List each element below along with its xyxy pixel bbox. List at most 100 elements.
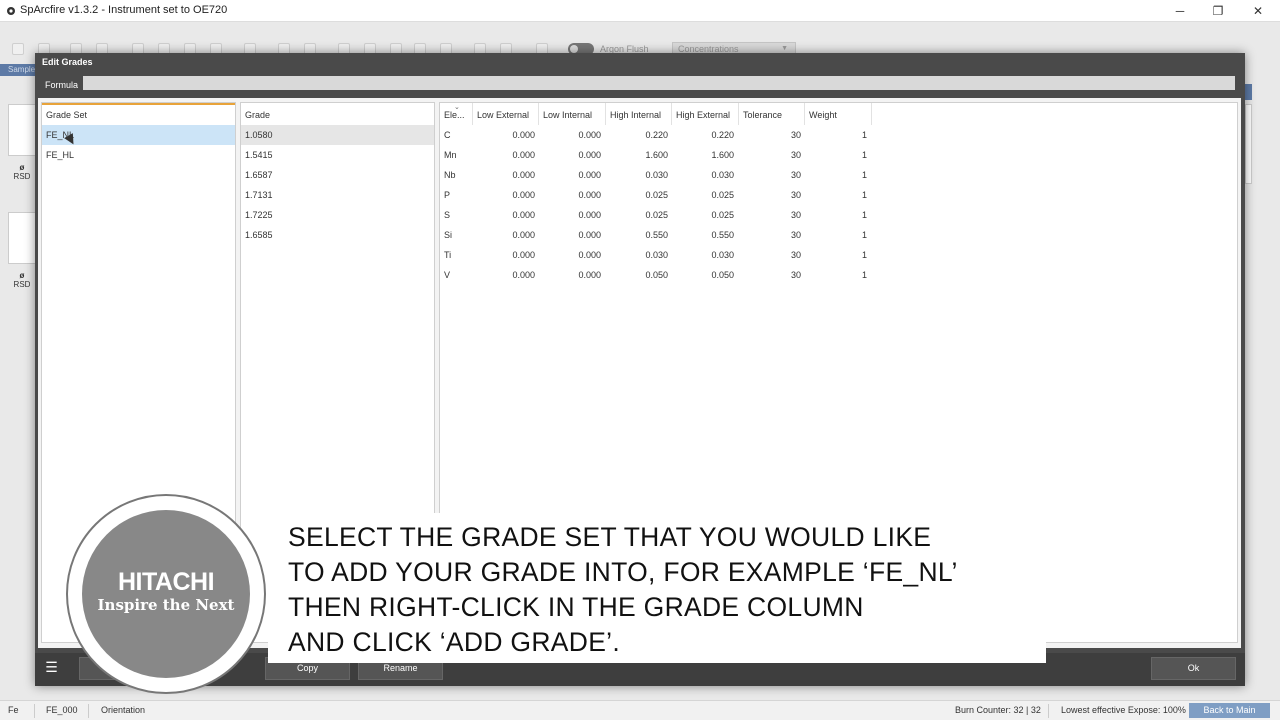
grade-set-header[interactable]: Grade Set (42, 103, 235, 125)
cell-low-internal: 0.000 (578, 250, 601, 260)
side-card-label: RSD (13, 172, 31, 181)
side-card: ø RSD (8, 160, 36, 188)
cell-tolerance: 30 (790, 270, 801, 280)
window-title: SpArcfire v1.3.2 - Instrument set to OE7… (20, 4, 228, 16)
column-header-high-external[interactable]: High External (672, 103, 739, 125)
table-row[interactable]: Mn 0.000 0.000 1.600 1.600 30 1 (440, 145, 1237, 165)
grade-item[interactable]: 1.6585 (241, 225, 434, 245)
background-card (1245, 104, 1252, 184)
caption-line: THEN RIGHT-CLICK IN THE GRADE COLUMN (288, 592, 864, 622)
caption-line: AND CLICK ‘ADD GRADE’. (288, 627, 621, 657)
cell-high-internal: 0.050 (645, 270, 668, 280)
cell-element: Mn (444, 150, 457, 160)
logo-disc: HITACHI Inspire the Next (82, 510, 250, 678)
cell-high-external: 0.030 (711, 170, 734, 180)
table-row[interactable]: S 0.000 0.000 0.025 0.025 30 1 (440, 205, 1237, 225)
status-expose: Lowest effective Expose: 100% (1061, 705, 1186, 715)
status-burn-counter: Burn Counter: 32 | 32 (955, 705, 1041, 715)
grade-set-item-label: FE_HL (46, 150, 75, 160)
minimize-icon[interactable]: ─ (1160, 0, 1200, 22)
cell-tolerance: 30 (790, 190, 801, 200)
hitachi-logo: HITACHI Inspire the Next (66, 494, 266, 694)
cell-low-internal: 0.000 (578, 210, 601, 220)
column-header-low-internal[interactable]: Low Internal (539, 103, 606, 125)
title-bar: SpArcfire v1.3.2 - Instrument set to OE7… (0, 0, 1280, 22)
cell-high-internal: 0.030 (645, 250, 668, 260)
cell-low-external: 0.000 (512, 270, 535, 280)
background-card (8, 104, 36, 156)
close-icon[interactable]: ✕ (1238, 0, 1278, 22)
grade-item[interactable]: 1.6587 (241, 165, 434, 185)
status-divider (88, 704, 89, 718)
cell-low-external: 0.000 (512, 250, 535, 260)
table-row[interactable]: Nb 0.000 0.000 0.030 0.030 30 1 (440, 165, 1237, 185)
cell-weight: 1 (861, 130, 867, 140)
cell-weight: 1 (861, 170, 867, 180)
cell-element: C (444, 130, 451, 140)
sample-tab[interactable]: Sample (0, 64, 36, 76)
cell-high-external: 0.030 (711, 250, 734, 260)
hamburger-menu-icon[interactable]: ☰ (39, 657, 64, 680)
cell-element: Nb (444, 170, 456, 180)
column-header-tolerance[interactable]: Tolerance (739, 103, 805, 125)
grade-header[interactable]: Grade (241, 103, 434, 125)
side-card: ø RSD (8, 268, 36, 296)
cell-high-internal: 0.025 (645, 190, 668, 200)
cell-weight: 1 (861, 150, 867, 160)
status-bar: Fe FE_000 Orientation Burn Counter: 32 |… (0, 700, 1280, 720)
cell-element: P (444, 190, 451, 200)
column-header-low-external[interactable]: Low External (473, 103, 539, 125)
cell-weight: 1 (861, 190, 867, 200)
table-row[interactable]: V 0.000 0.000 0.050 0.050 30 1 (440, 265, 1237, 285)
cell-element: Si (444, 230, 453, 240)
column-header-high-internal[interactable]: High Internal (606, 103, 672, 125)
status-grade: FE_000 (46, 705, 78, 715)
instruction-caption: SELECT THE GRADE SET THAT YOU WOULD LIKE… (288, 520, 1048, 660)
cell-low-internal: 0.000 (578, 230, 601, 240)
grade-item[interactable]: 1.7131 (241, 185, 434, 205)
app-icon (7, 7, 15, 15)
new-file-icon[interactable] (12, 43, 24, 55)
logo-tagline: Inspire the Next (97, 596, 235, 614)
grade-item[interactable]: 1.5415 (241, 145, 434, 165)
cell-tolerance: 30 (790, 150, 801, 160)
cell-tolerance: 30 (790, 250, 801, 260)
dialog-title: Edit Grades (42, 57, 93, 67)
back-to-main-button[interactable]: Back to Main (1189, 703, 1270, 718)
formula-input[interactable] (83, 76, 1235, 90)
cell-low-external: 0.000 (512, 190, 535, 200)
table-row[interactable]: C 0.000 0.000 0.220 0.220 30 1 (440, 125, 1237, 145)
status-element: Fe (8, 705, 19, 715)
cell-element: V (444, 270, 451, 280)
cell-weight: 1 (861, 230, 867, 240)
cell-high-external: 0.220 (711, 130, 734, 140)
cell-high-internal: 0.220 (645, 130, 668, 140)
logo-brand: HITACHI (117, 568, 215, 596)
table-row[interactable]: Si 0.000 0.000 0.550 0.550 30 1 (440, 225, 1237, 245)
cell-tolerance: 30 (790, 130, 801, 140)
side-card-symbol: ø (19, 163, 25, 172)
cell-high-internal: 0.025 (645, 210, 668, 220)
grade-set-item[interactable]: FE_NL (42, 125, 235, 147)
grade-item[interactable]: 1.7225 (241, 205, 434, 225)
table-row[interactable]: Ti 0.000 0.000 0.030 0.030 30 1 (440, 245, 1237, 265)
side-card-symbol: ø (19, 271, 25, 280)
grade-item[interactable]: 1.0580 (241, 125, 434, 145)
column-header-element[interactable]: Ele... ⌄ (440, 103, 473, 125)
column-header-weight[interactable]: Weight (805, 103, 872, 125)
maximize-icon[interactable]: ❐ (1198, 0, 1238, 22)
cell-low-external: 0.000 (512, 230, 535, 240)
ok-button[interactable]: Ok (1151, 657, 1236, 680)
cell-low-external: 0.000 (512, 130, 535, 140)
cell-high-external: 0.550 (711, 230, 734, 240)
table-row[interactable]: P 0.000 0.000 0.025 0.025 30 1 (440, 185, 1237, 205)
cell-high-external: 0.025 (711, 190, 734, 200)
cell-high-external: 0.050 (711, 270, 734, 280)
cell-low-internal: 0.000 (578, 150, 601, 160)
caption-line: TO ADD YOUR GRADE INTO, FOR EXAMPLE ‘FE_… (288, 557, 958, 587)
grade-set-item[interactable]: FE_HL (42, 145, 235, 165)
side-card-label: RSD (13, 280, 31, 289)
cell-element: Ti (444, 250, 452, 260)
cell-tolerance: 30 (790, 210, 801, 220)
cell-tolerance: 30 (790, 170, 801, 180)
